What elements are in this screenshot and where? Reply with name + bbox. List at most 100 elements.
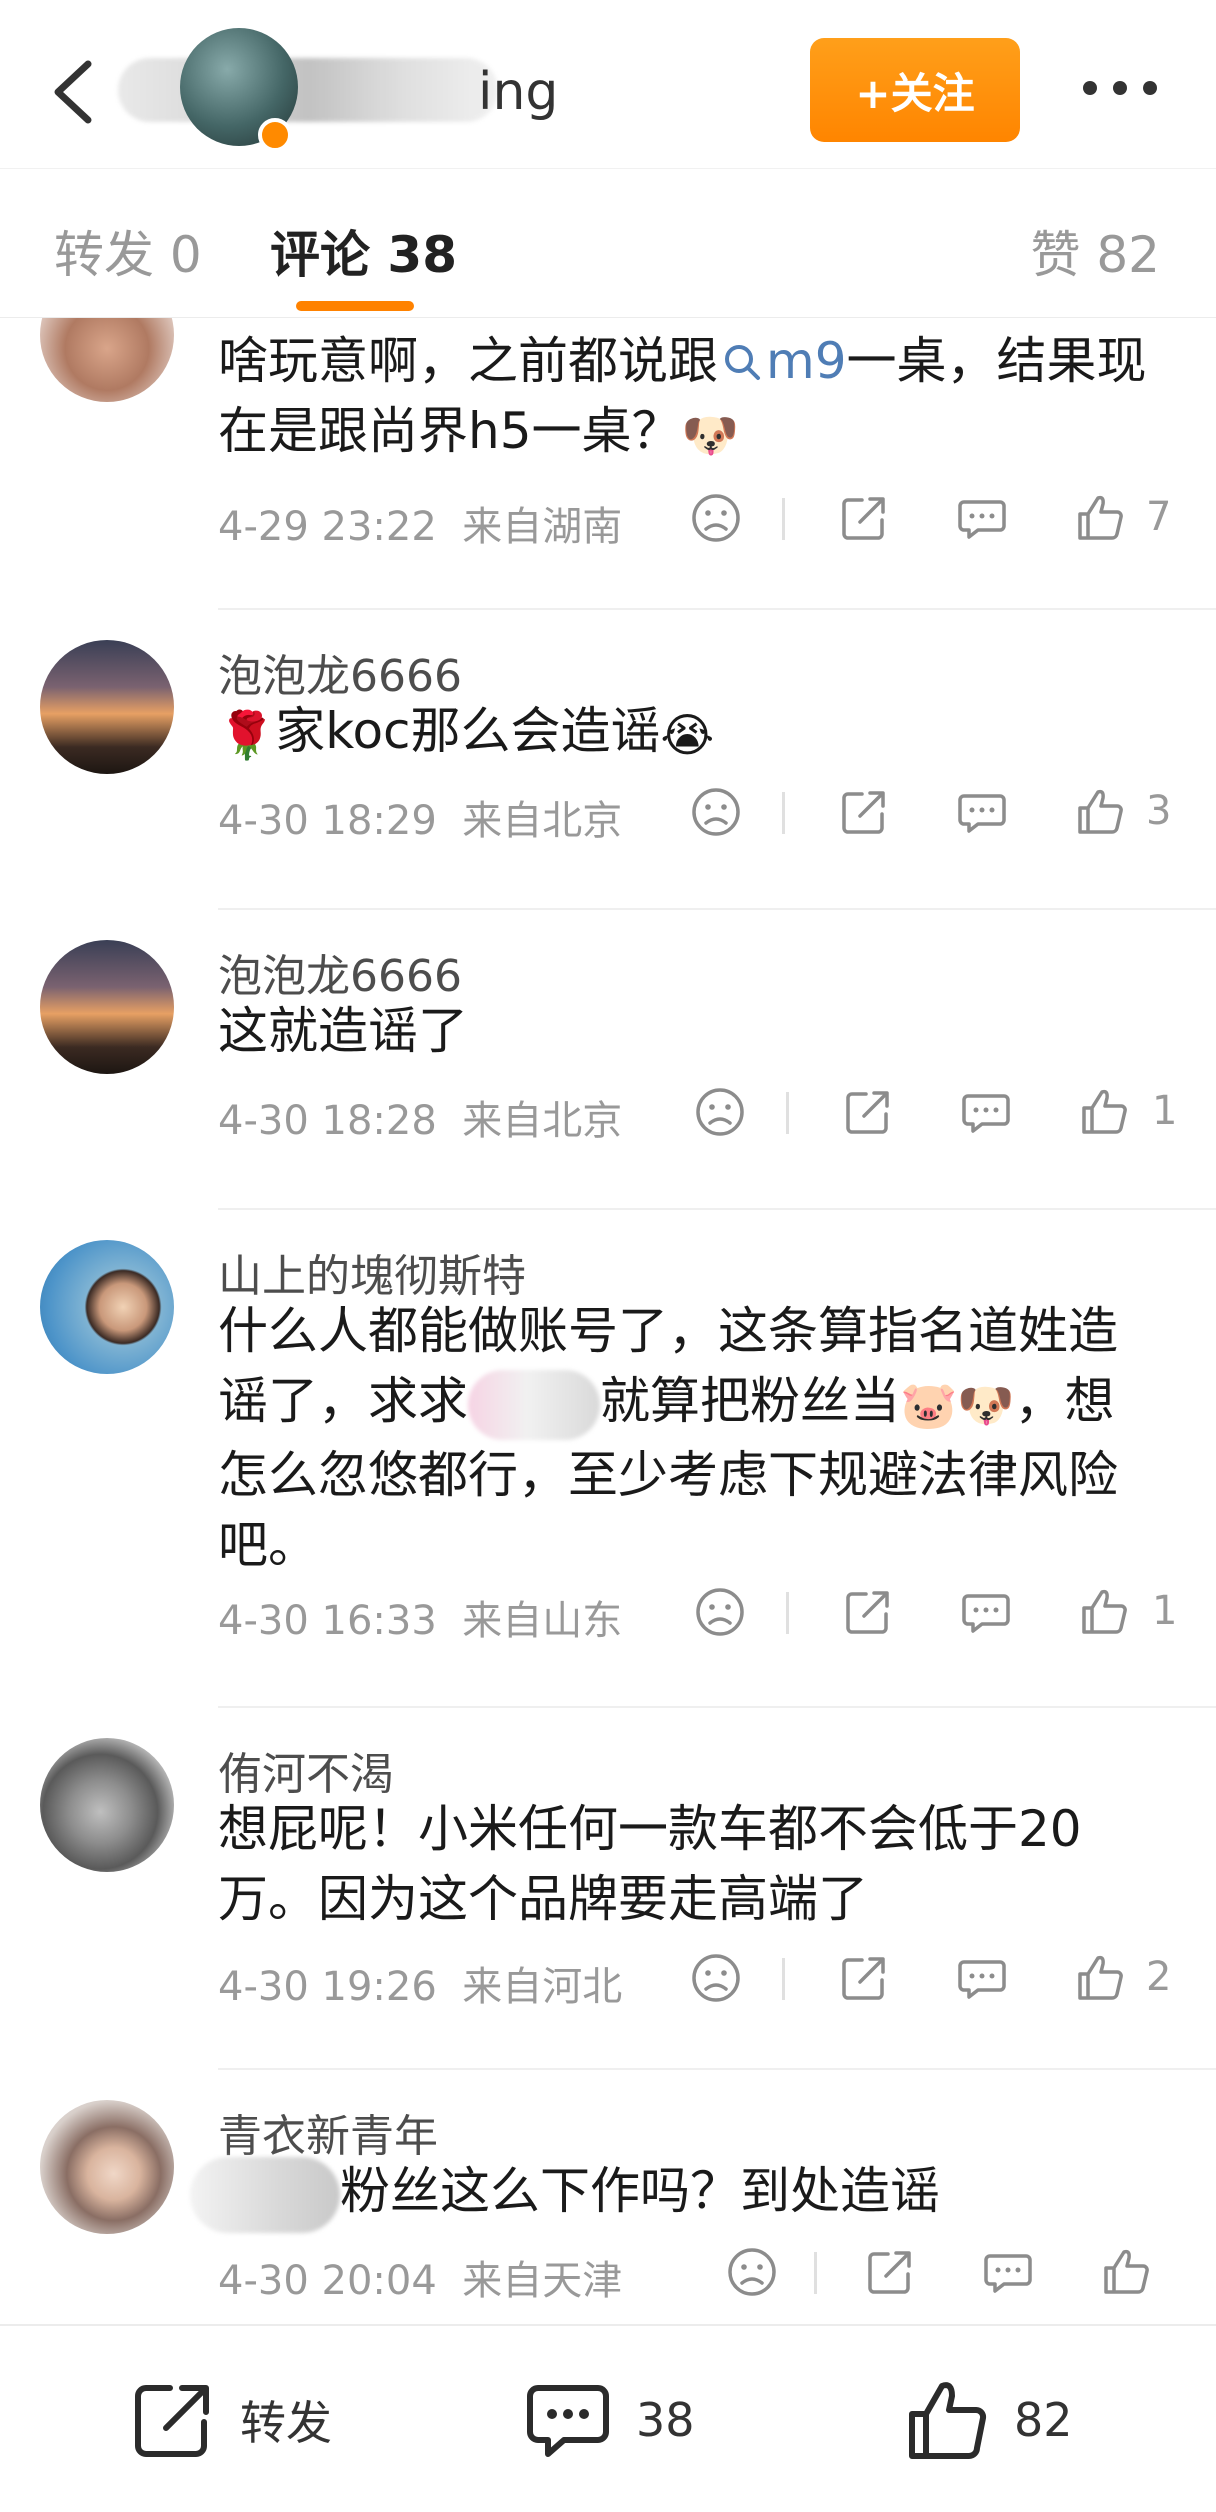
comment-actions: 1 [680, 1084, 1180, 1144]
reply-button[interactable] [958, 1084, 1014, 1140]
repost-button[interactable] [836, 490, 892, 546]
comment-bubble-icon [527, 2385, 609, 2457]
comment-item: 山上的塊彻斯特 什么人都能做账号了，这条算指名道姓造 谣了，求求 就算把粉丝当🐷🐶… [0, 1210, 1216, 1708]
like-button[interactable] [1072, 490, 1128, 546]
thumbs-up-icon [1078, 495, 1123, 540]
dislike-button[interactable] [688, 1950, 744, 2006]
comment-location: 来自北京 [462, 1098, 623, 1144]
comment-meta: 4-29 23:22 来自湖南 [218, 494, 622, 552]
comment-time: 4-29 23:22 [218, 504, 437, 550]
more-button[interactable] [1080, 76, 1160, 100]
thumbs-up-icon [909, 2382, 987, 2459]
reply-button[interactable] [954, 784, 1010, 840]
comment-bubble-icon [962, 1594, 1010, 1633]
blurred-username [468, 1369, 600, 1440]
username-blurred [118, 58, 498, 122]
tab-like[interactable]: 赞 82 [1030, 215, 1160, 287]
bottom-like-count: 82 [1014, 2393, 1073, 2447]
thumbs-up-icon [1082, 1589, 1127, 1634]
like-count: 1 [1152, 1588, 1178, 1634]
comment-time: 4-30 18:28 [218, 1098, 437, 1144]
frown-icon [696, 1088, 744, 1136]
comment-time: 4-30 18:29 [218, 798, 437, 844]
thumbs-up-icon [1078, 1955, 1123, 2000]
crying-emoji-icon: 😭 [660, 707, 715, 762]
comment-bubble-icon [984, 2254, 1032, 2293]
repost-button[interactable] [862, 2244, 918, 2300]
frown-icon [692, 1954, 740, 2002]
share-icon [868, 2251, 911, 2294]
frown-icon [692, 494, 740, 542]
comment-text: 想屁呢！小米任何一款车都不会低于20 万。因为这个品牌要走高端了 [218, 1800, 1082, 1928]
comment-item: 泡泡龙6666 🌹家koc那么会造谣😭 4-30 18:29 来自北京 3 [0, 610, 1216, 910]
dislike-button[interactable] [692, 1584, 748, 1640]
author-name[interactable]: ing [478, 62, 558, 122]
dislike-button[interactable] [724, 2244, 780, 2300]
like-button[interactable] [1076, 1084, 1132, 1140]
commenter-name[interactable]: 山上的塊彻斯特 [218, 1240, 526, 1304]
comment-meta: 4-30 18:29 来自北京 [218, 788, 622, 846]
rose-emoji-icon: 🌹 [218, 707, 276, 762]
comment-time: 4-30 16:33 [218, 1598, 437, 1644]
like-button[interactable] [1076, 1584, 1132, 1640]
repost-button[interactable] [836, 1950, 892, 2006]
commenter-avatar[interactable] [40, 2100, 174, 2234]
bottom-repost-button[interactable]: 转发 [126, 2372, 332, 2468]
comment-text: 粉丝这么下作吗？到处造谣 [190, 2156, 1150, 2233]
frown-icon [692, 788, 740, 836]
like-count: 1 [1152, 1088, 1178, 1134]
comment-list[interactable]: 啥玩意啊，之前都说跟 m9一桌，结果现在是跟尚界h5一桌？🐶 4-29 23:22… [0, 318, 1216, 2324]
bottom-comment-count: 38 [636, 2393, 695, 2447]
like-count: 3 [1146, 788, 1172, 834]
commenter-avatar[interactable] [40, 1240, 174, 1374]
share-icon [842, 791, 885, 834]
reply-button[interactable] [980, 2244, 1036, 2300]
tab-comment[interactable]: 评论 38 [270, 215, 457, 287]
commenter-name[interactable]: 泡泡龙6666 [218, 640, 462, 704]
repost-button[interactable] [840, 1084, 896, 1140]
dislike-button[interactable] [688, 490, 744, 546]
comment-item: 泡泡龙6666 这就造谣了 4-30 18:28 来自北京 1 [0, 910, 1216, 1210]
comment-text: 这就造谣了 [218, 1002, 468, 1060]
like-count: 7 [1146, 494, 1172, 540]
comment-location: 来自天津 [462, 2258, 623, 2304]
like-button[interactable] [1072, 784, 1128, 840]
chevron-left-icon [54, 60, 92, 124]
bottom-repost-label: 转发 [240, 2396, 332, 2450]
back-button[interactable] [44, 52, 104, 132]
thumbs-up-icon [1078, 789, 1123, 834]
thumbs-up-icon [1082, 1089, 1127, 1134]
comment-location: 来自湖南 [462, 504, 623, 550]
share-icon [842, 1957, 885, 2000]
repost-button[interactable] [836, 784, 892, 840]
reply-button[interactable] [954, 490, 1010, 546]
action-separator [782, 792, 785, 834]
comment-item: 侑河不渴 想屁呢！小米任何一款车都不会低于20 万。因为这个品牌要走高端了 4-… [0, 1708, 1216, 2070]
commenter-avatar[interactable] [40, 940, 174, 1074]
comment-text: 什么人都能做账号了，这条算指名道姓造 谣了，求求 就算把粉丝当🐷🐶，想 怎么忽悠都… [218, 1302, 1118, 1574]
dislike-button[interactable] [692, 1084, 748, 1140]
like-count: 2 [1146, 1954, 1172, 2000]
follow-button[interactable]: +关注 [810, 38, 1020, 142]
comment-text: 啥玩意啊，之前都说跟 m9一桌，结果现在是跟尚界h5一桌？🐶 [218, 326, 1178, 470]
reply-button[interactable] [958, 1584, 1014, 1640]
dislike-button[interactable] [688, 784, 744, 840]
tab-repost[interactable]: 转发 0 [54, 215, 202, 287]
bottom-comment-button[interactable]: 38 [522, 2372, 695, 2468]
commenter-avatar[interactable] [40, 318, 174, 402]
bottom-action-bar: 转发 38 82 [0, 2324, 1216, 2512]
more-dots-icon [1083, 81, 1157, 95]
commenter-name[interactable]: 侑河不渴 [218, 1738, 394, 1802]
like-button[interactable] [1098, 2244, 1154, 2300]
active-tab-indicator [296, 301, 414, 311]
like-button[interactable] [1072, 1950, 1128, 2006]
commenter-avatar[interactable] [40, 1738, 174, 1872]
commenter-name[interactable]: 青衣新青年 [218, 2100, 438, 2164]
share-icon [846, 1091, 889, 1134]
reply-button[interactable] [954, 1950, 1010, 2006]
search-link[interactable]: m9 [718, 332, 847, 390]
repost-button[interactable] [840, 1584, 896, 1640]
commenter-avatar[interactable] [40, 640, 174, 774]
bottom-like-button[interactable]: 82 [900, 2372, 1073, 2468]
commenter-name[interactable]: 泡泡龙6666 [218, 940, 462, 1004]
